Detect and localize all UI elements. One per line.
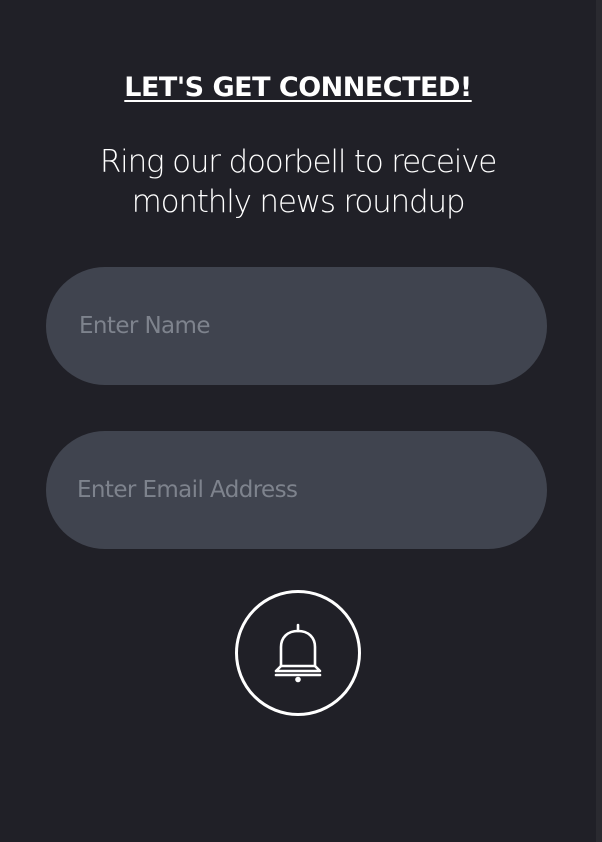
doorbell-submit-button[interactable] (235, 590, 361, 716)
signup-heading: LET'S GET CONNECTED! (124, 72, 472, 103)
email-input[interactable] (46, 431, 547, 549)
scrollbar-edge (596, 0, 602, 842)
signup-subtitle: Ring our doorbell to receive monthly new… (99, 144, 498, 220)
bell-icon (274, 623, 322, 683)
name-input[interactable] (46, 267, 547, 385)
